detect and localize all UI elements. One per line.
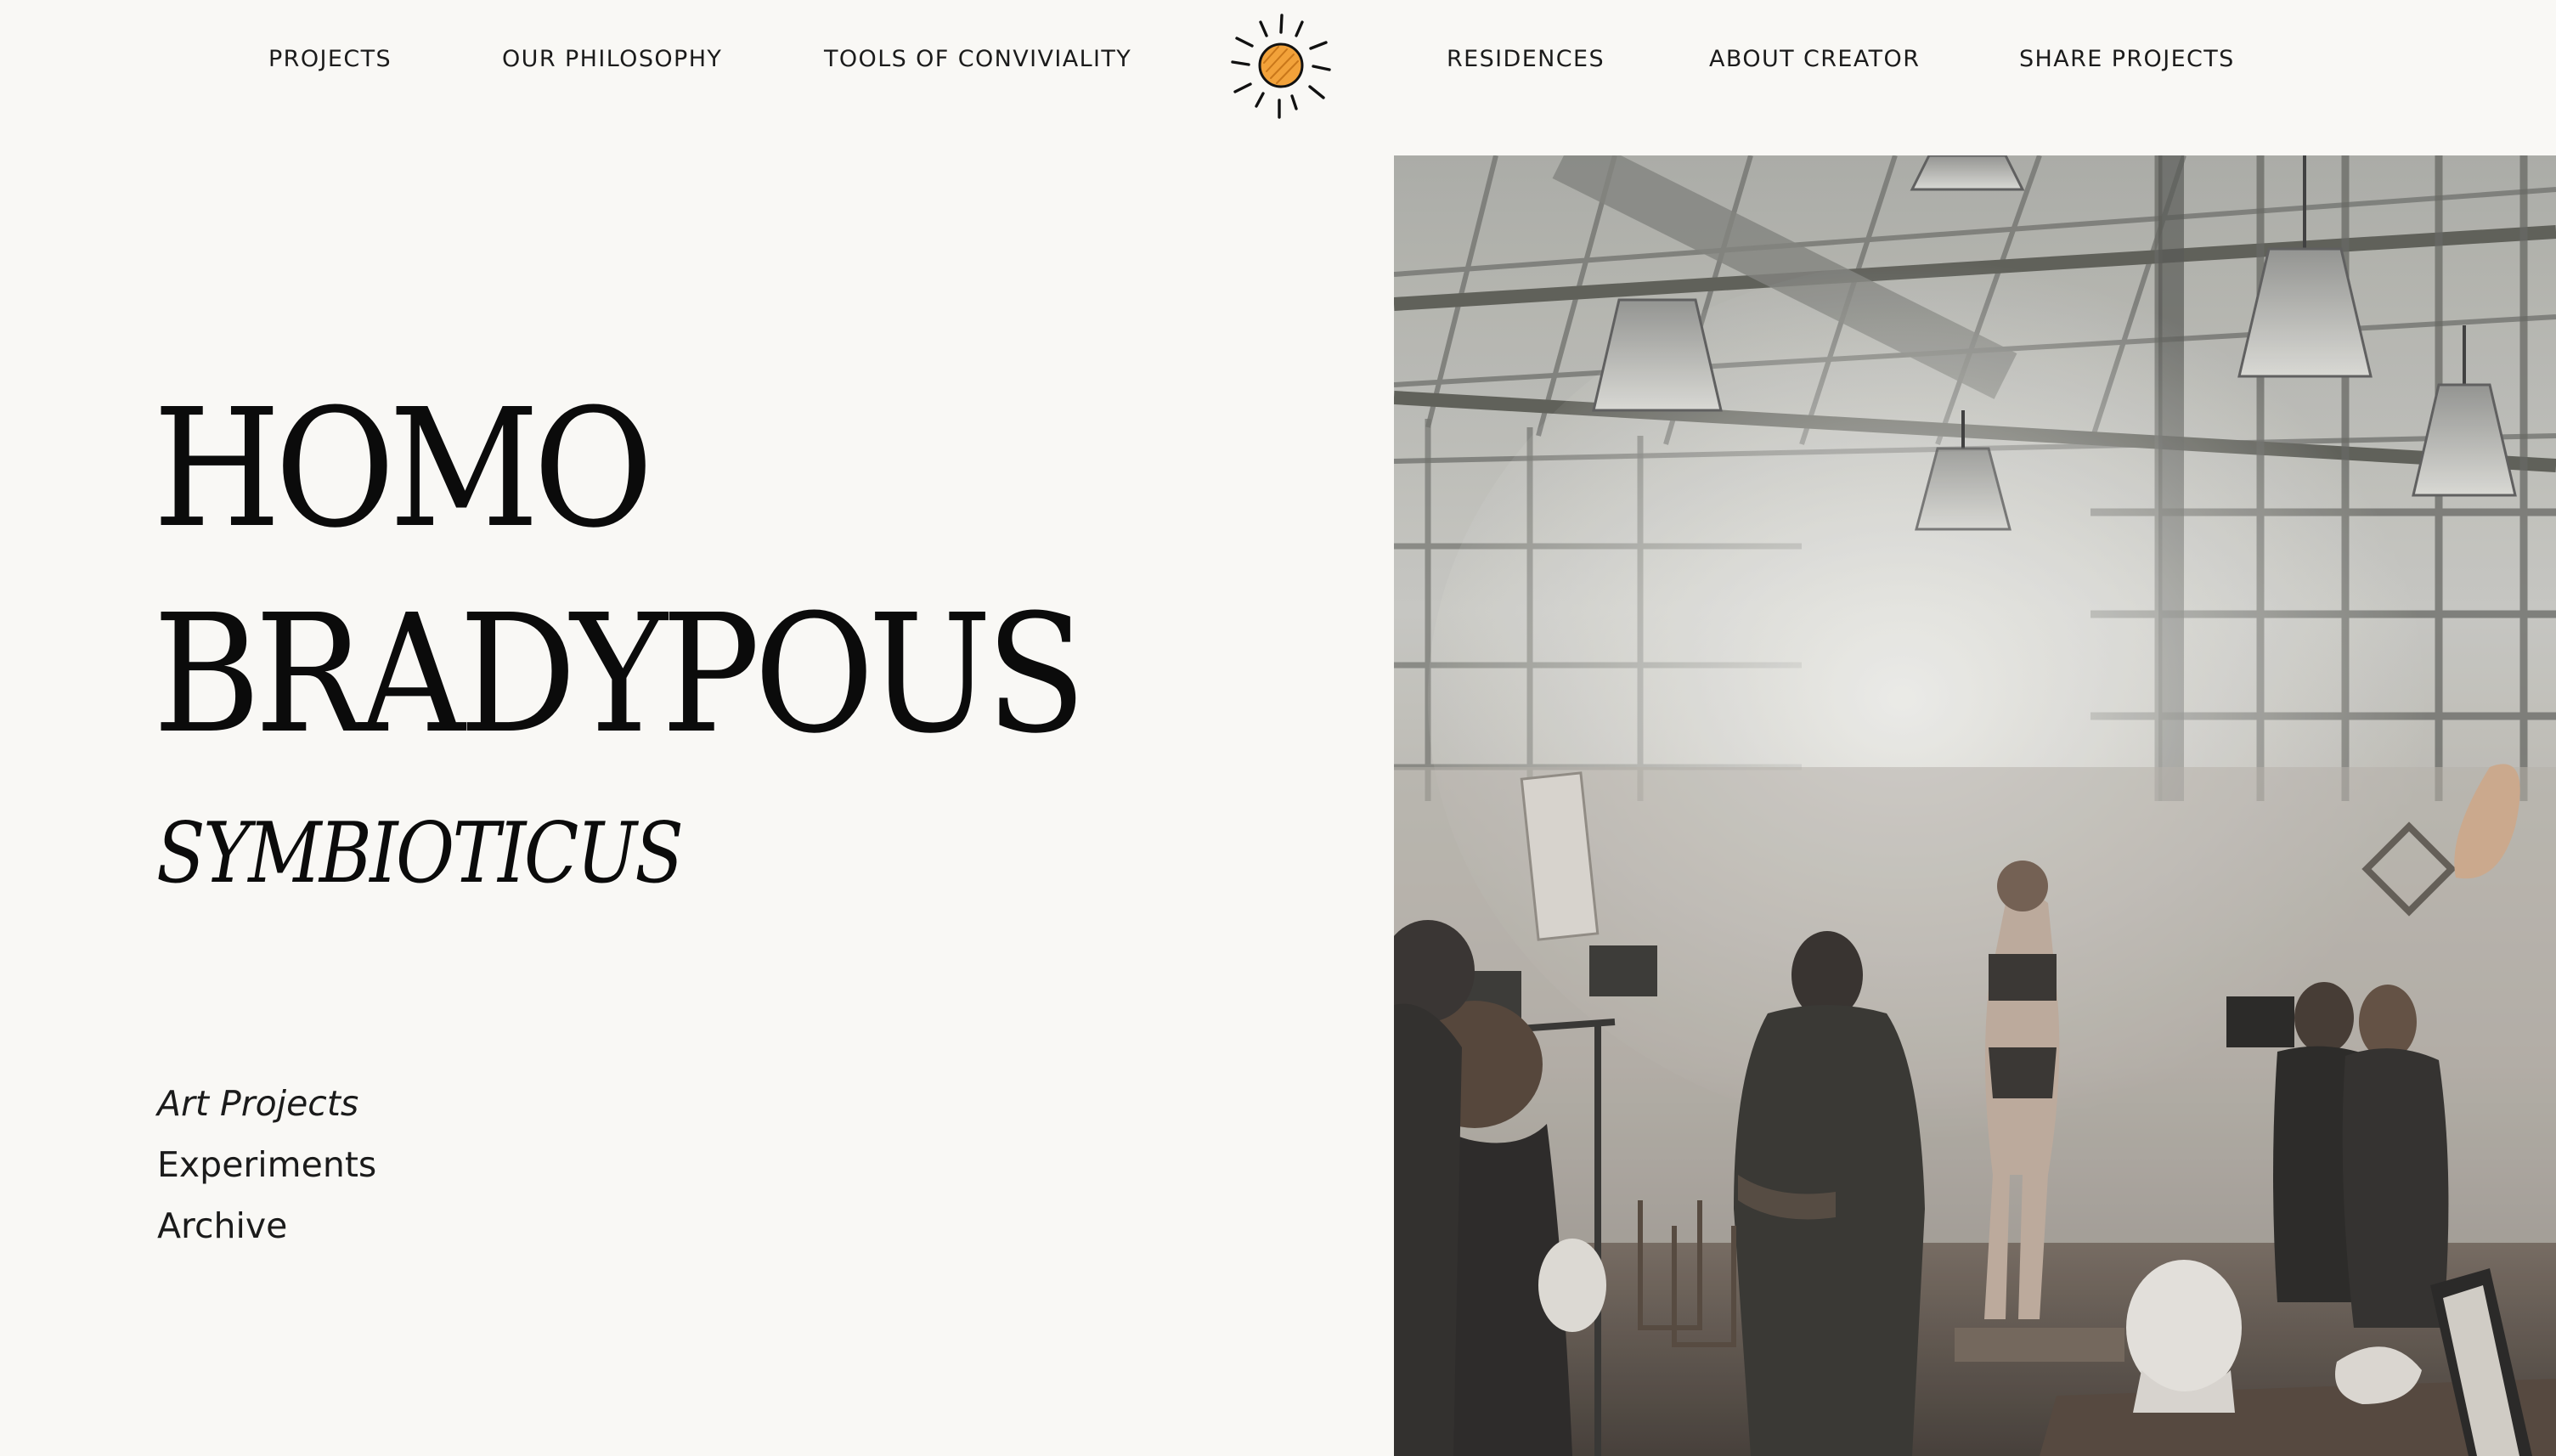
page-subtitle: SYMBIOTICUS — [156, 805, 684, 902]
nav-link-about-creator[interactable]: ABOUT CREATOR — [1709, 46, 1920, 72]
page-title: HOMO BRADYPOUS — [153, 367, 1086, 778]
top-navigation: PROJECTS OUR PHILOSOPHY TOOLS OF CONVIVI… — [0, 0, 2556, 127]
menu-item-experiments[interactable]: Experiments — [157, 1134, 376, 1195]
page-title-line-2: BRADYPOUS — [153, 580, 1086, 770]
sun-icon[interactable] — [1226, 10, 1336, 121]
page: PROJECTS OUR PHILOSOPHY TOOLS OF CONVIVI… — [0, 0, 2556, 1456]
nav-link-residences[interactable]: RESIDENCES — [1447, 46, 1605, 72]
nav-link-our-philosophy[interactable]: OUR PHILOSOPHY — [502, 46, 722, 72]
menu-item-art-projects[interactable]: Art Projects — [157, 1073, 376, 1134]
nav-link-tools-of-conviviality[interactable]: TOOLS OF CONVIVIALITY — [824, 46, 1131, 72]
menu-item-archive[interactable]: Archive — [157, 1195, 376, 1256]
category-menu: Art Projects Experiments Archive — [157, 1073, 376, 1256]
page-title-line-1: HOMO — [153, 375, 653, 564]
nav-link-projects[interactable]: PROJECTS — [268, 46, 392, 72]
nav-link-share-projects[interactable]: SHARE PROJECTS — [2019, 46, 2235, 72]
hero-photo — [1394, 155, 2556, 1456]
